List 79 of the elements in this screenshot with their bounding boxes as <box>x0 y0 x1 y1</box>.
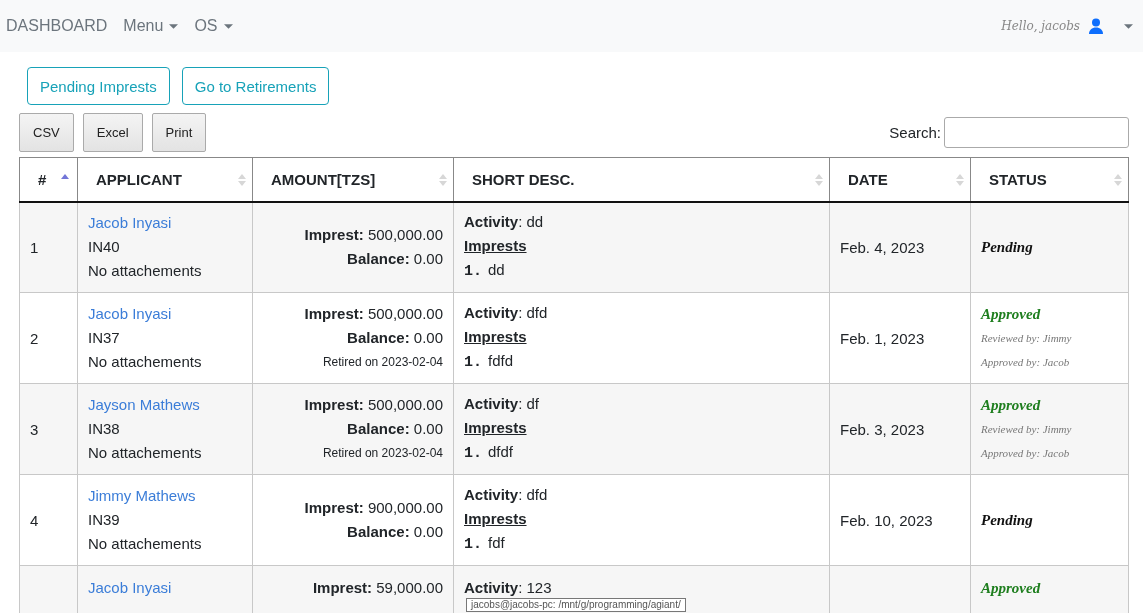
activity-line: Activity: dd <box>464 212 545 233</box>
applicant-link[interactable]: Jayson Mathews <box>88 393 242 417</box>
export-button[interactable]: Print <box>151 113 207 152</box>
activity-line: Activity: dfd <box>464 485 549 505</box>
activity-line: Activity: dfd <box>464 303 549 323</box>
date-text: Feb. 4, 2023 <box>840 238 925 256</box>
status-label: Approved <box>981 305 1042 324</box>
status-label: Pending <box>981 511 1034 530</box>
imprest-code: IN40 <box>88 237 121 258</box>
search-field[interactable] <box>944 117 1129 148</box>
list-item: fdfd <box>488 352 514 369</box>
list-marker: 1. <box>464 263 482 281</box>
menu-dropdown[interactable]: Menu <box>123 17 179 35</box>
caret-icon <box>223 23 233 29</box>
approver-note: Approved by: Jacob <box>981 355 1071 370</box>
date-text: Feb. 1, 2023 <box>840 329 925 347</box>
row-number: 2 <box>30 329 39 347</box>
caret-icon <box>1124 23 1133 29</box>
caret-icon <box>169 23 179 29</box>
reviewer-note: Reviewed by: Jimmy <box>981 331 1073 346</box>
column-header[interactable]: APPLICANT <box>77 157 253 202</box>
list-marker: 1. <box>464 354 482 371</box>
column-header[interactable]: DATE <box>829 157 971 202</box>
search-label: Search: <box>889 124 941 141</box>
amount-line: Imprest: 59,000.00 <box>311 578 443 598</box>
status-label: Approved <box>981 579 1042 598</box>
applicant-link[interactable]: Jacob Inyasi <box>88 302 242 326</box>
amount-line: Balance: 0.00 <box>346 522 443 542</box>
imprests-heading: Imprests <box>464 418 528 438</box>
date-text: Feb. 3, 2023 <box>840 420 925 438</box>
imprests-heading: Imprests <box>464 509 528 529</box>
action-button[interactable]: Go to Retirements <box>181 67 330 105</box>
row-number: 3 <box>30 420 39 438</box>
imprest-code: IN39 <box>88 510 121 530</box>
column-header[interactable]: # <box>19 157 78 202</box>
approver-note: Approved by: Jacob <box>981 446 1071 461</box>
tooltip: jacobs@jacobs-pc: /mnt/g/programming/agiant/ <box>466 598 686 612</box>
row-number: 1 <box>30 238 39 256</box>
date-text: Feb. 10, 2023 <box>840 511 933 529</box>
attachments-note: No attachements <box>88 443 203 463</box>
greeting-text: Hello, jacobs <box>1001 19 1080 33</box>
export-button[interactable]: CSV <box>19 113 74 152</box>
list-item: fdf <box>488 534 505 551</box>
attachments-note: No attachements <box>88 352 203 372</box>
activity-line: Activity: 123 <box>464 578 553 598</box>
imprest-code: IN38 <box>88 419 121 439</box>
attachments-note: No attachements <box>88 534 203 554</box>
list-marker: 1. <box>464 536 482 553</box>
reviewer-note: Reviewed by: Jimmy <box>981 422 1073 437</box>
column-header[interactable]: AMOUNT[TZS] <box>252 157 454 202</box>
attachments-note: No attachements <box>88 261 203 282</box>
applicant-link[interactable]: Jacob Inyasi <box>88 211 242 236</box>
column-header[interactable]: STATUS <box>970 157 1129 202</box>
imprests-heading: Imprests <box>464 327 528 347</box>
list-marker: 1. <box>464 445 482 462</box>
status-label: Pending <box>981 238 1034 258</box>
row-number: 4 <box>30 511 39 529</box>
list-item: dfdf <box>488 443 514 460</box>
amount-line: Balance: 0.00 <box>346 249 443 270</box>
amount-line: Balance: 0.00 <box>346 328 443 348</box>
brand-link[interactable]: DASHBOARD <box>6 17 108 35</box>
activity-line: Activity: df <box>464 394 541 414</box>
amount-line: Imprest: 500,000.00 <box>303 225 443 246</box>
column-header[interactable]: SHORT DESC. <box>453 157 830 202</box>
retired-note: Retired on 2023-02-04 <box>321 445 443 462</box>
imprests-heading: Imprests <box>464 236 528 257</box>
amount-line: Balance: 0.00 <box>346 419 443 439</box>
menu-dropdown[interactable]: OS <box>194 17 233 35</box>
retired-note: Retired on 2023-02-04 <box>321 354 443 371</box>
applicant-link[interactable]: Jimmy Mathews <box>88 484 242 508</box>
amount-line: Imprest: 900,000.00 <box>303 498 443 518</box>
imprest-code: IN37 <box>88 328 121 348</box>
list-item: dd <box>488 261 505 279</box>
export-button[interactable]: Excel <box>82 113 143 152</box>
amount-line: Imprest: 500,000.00 <box>303 395 443 415</box>
status-label: Approved <box>981 396 1042 415</box>
amount-line: Imprest: 500,000.00 <box>303 304 443 324</box>
user-icon <box>1088 18 1104 34</box>
action-button[interactable]: Pending Imprests <box>27 67 170 105</box>
